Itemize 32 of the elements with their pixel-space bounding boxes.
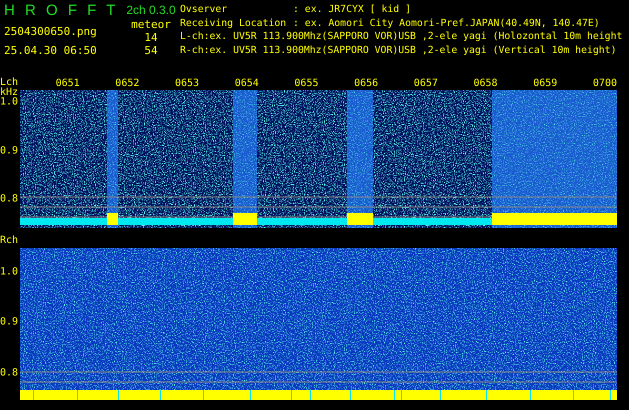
- info-value: : ex. Aomori City Aomori-Pref.JAPAN(40.49N, 140.47E): [293, 16, 600, 30]
- version-label: 2ch 0.3.0: [126, 3, 176, 17]
- mode-label: meteor: [131, 18, 171, 31]
- time-label: 0654: [234, 78, 259, 90]
- info-label: Receiving Location: [180, 16, 288, 30]
- info-value: : ex. JR7CYX [ kid ]: [293, 3, 411, 16]
- time-label: 0652: [115, 78, 140, 90]
- time-label: 0655: [294, 78, 318, 90]
- time-label: 0658: [474, 78, 498, 90]
- time-label: 0653: [175, 78, 200, 90]
- channel-label: Rch: [0, 236, 20, 246]
- time-label: 0657: [414, 78, 438, 90]
- info-line: L-ch:ex. UV5R 113.900Mhz(SAPPORO VOR)USB ,2-ele yagi (Holozontal 10m height: [180, 30, 622, 44]
- app-title: H R O F F T: [4, 2, 116, 19]
- axis-tick-label: 1.0: [0, 96, 18, 108]
- info-line: R-ch:ex. UV5R 113.900Mhz(SAPPORO VOR)USB ,2-ele yagi (Vertical 10m height): [180, 44, 618, 57]
- axis-tick-label: 1.0: [0, 266, 18, 278]
- axis-tick-label: 0.9: [0, 145, 18, 156]
- count-value: 54: [144, 45, 158, 57]
- axis-tick-label: 0.8: [0, 194, 18, 205]
- axis-tick-label: 0.8: [0, 367, 18, 378]
- time-label: 0651: [56, 78, 80, 90]
- time-label: 0700: [592, 78, 617, 90]
- file-name: 2504300650.png: [4, 25, 98, 38]
- count-value: 14: [144, 32, 158, 44]
- axis-tick-label: 0.9: [0, 316, 18, 328]
- unit-label: kHz: [0, 88, 20, 98]
- info-label: Ovserver: [180, 3, 228, 16]
- timestamp: 25.04.30 06:50: [4, 44, 98, 57]
- channel-label: Lch: [0, 78, 20, 88]
- time-label: 0656: [354, 78, 378, 90]
- time-label: 0659: [533, 78, 558, 90]
